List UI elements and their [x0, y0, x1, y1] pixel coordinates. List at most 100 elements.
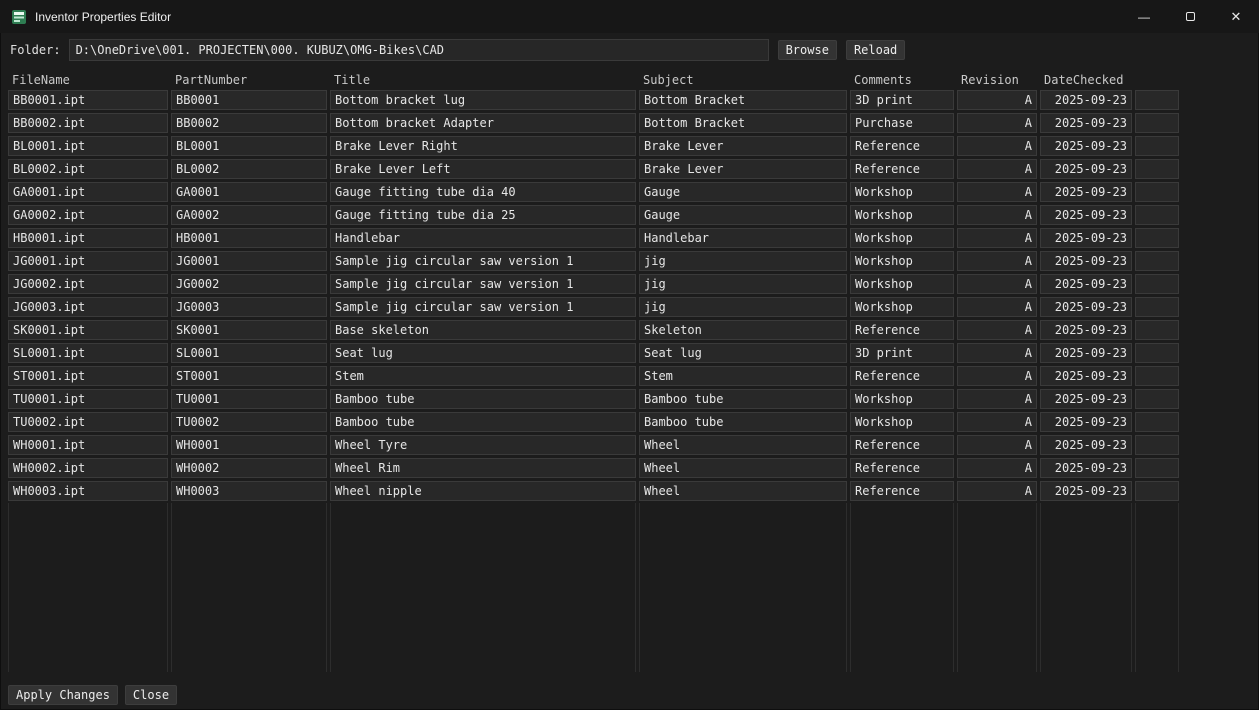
cell-extra[interactable]: [1135, 481, 1179, 501]
cell-comments[interactable]: [850, 113, 954, 133]
cell-comments[interactable]: [850, 251, 954, 271]
cell-revision[interactable]: [957, 274, 1037, 294]
cell-extra[interactable]: [1135, 205, 1179, 225]
cell-title[interactable]: [330, 251, 636, 271]
cell-datechecked[interactable]: [1040, 435, 1132, 455]
cell-subject[interactable]: [639, 412, 847, 432]
cell-extra[interactable]: [1135, 251, 1179, 271]
cell-subject[interactable]: [639, 159, 847, 179]
cell-datechecked[interactable]: [1040, 113, 1132, 133]
cell-extra[interactable]: [1135, 228, 1179, 248]
cell-title[interactable]: [330, 481, 636, 501]
cell-filename[interactable]: [8, 366, 168, 386]
cell-datechecked[interactable]: [1040, 297, 1132, 317]
close-dialog-button[interactable]: Close: [125, 685, 177, 705]
cell-subject[interactable]: [639, 205, 847, 225]
cell-partnumber[interactable]: [171, 435, 327, 455]
cell-partnumber[interactable]: [171, 389, 327, 409]
cell-datechecked[interactable]: [1040, 228, 1132, 248]
cell-title[interactable]: [330, 205, 636, 225]
cell-comments[interactable]: [850, 458, 954, 478]
cell-subject[interactable]: [639, 136, 847, 156]
cell-subject[interactable]: [639, 113, 847, 133]
cell-filename[interactable]: [8, 297, 168, 317]
cell-title[interactable]: [330, 435, 636, 455]
cell-filename[interactable]: [8, 389, 168, 409]
cell-title[interactable]: [330, 228, 636, 248]
cell-datechecked[interactable]: [1040, 320, 1132, 340]
cell-datechecked[interactable]: [1040, 251, 1132, 271]
cell-revision[interactable]: [957, 389, 1037, 409]
cell-comments[interactable]: [850, 366, 954, 386]
cell-extra[interactable]: [1135, 458, 1179, 478]
cell-subject[interactable]: [639, 274, 847, 294]
cell-filename[interactable]: [8, 481, 168, 501]
cell-revision[interactable]: [957, 343, 1037, 363]
cell-datechecked[interactable]: [1040, 136, 1132, 156]
cell-revision[interactable]: [957, 251, 1037, 271]
cell-title[interactable]: [330, 343, 636, 363]
maximize-button[interactable]: [1167, 0, 1213, 33]
cell-datechecked[interactable]: [1040, 343, 1132, 363]
cell-extra[interactable]: [1135, 412, 1179, 432]
cell-filename[interactable]: [8, 435, 168, 455]
cell-title[interactable]: [330, 458, 636, 478]
cell-subject[interactable]: [639, 481, 847, 501]
cell-partnumber[interactable]: [171, 90, 327, 110]
cell-filename[interactable]: [8, 228, 168, 248]
cell-filename[interactable]: [8, 412, 168, 432]
cell-title[interactable]: [330, 136, 636, 156]
cell-comments[interactable]: [850, 481, 954, 501]
cell-comments[interactable]: [850, 435, 954, 455]
cell-partnumber[interactable]: [171, 182, 327, 202]
cell-partnumber[interactable]: [171, 251, 327, 271]
cell-datechecked[interactable]: [1040, 182, 1132, 202]
cell-revision[interactable]: [957, 297, 1037, 317]
cell-comments[interactable]: [850, 136, 954, 156]
cell-revision[interactable]: [957, 481, 1037, 501]
cell-filename[interactable]: [8, 182, 168, 202]
cell-datechecked[interactable]: [1040, 159, 1132, 179]
cell-extra[interactable]: [1135, 366, 1179, 386]
cell-title[interactable]: [330, 90, 636, 110]
cell-comments[interactable]: [850, 389, 954, 409]
cell-extra[interactable]: [1135, 274, 1179, 294]
cell-filename[interactable]: [8, 251, 168, 271]
cell-revision[interactable]: [957, 320, 1037, 340]
cell-comments[interactable]: [850, 205, 954, 225]
cell-partnumber[interactable]: [171, 412, 327, 432]
cell-partnumber[interactable]: [171, 159, 327, 179]
cell-title[interactable]: [330, 159, 636, 179]
cell-partnumber[interactable]: [171, 297, 327, 317]
cell-subject[interactable]: [639, 182, 847, 202]
cell-subject[interactable]: [639, 343, 847, 363]
apply-changes-button[interactable]: Apply Changes: [8, 685, 118, 705]
cell-revision[interactable]: [957, 228, 1037, 248]
cell-revision[interactable]: [957, 136, 1037, 156]
cell-comments[interactable]: [850, 274, 954, 294]
cell-datechecked[interactable]: [1040, 481, 1132, 501]
browse-button[interactable]: Browse: [778, 40, 837, 60]
cell-extra[interactable]: [1135, 113, 1179, 133]
cell-filename[interactable]: [8, 136, 168, 156]
cell-partnumber[interactable]: [171, 481, 327, 501]
cell-revision[interactable]: [957, 159, 1037, 179]
cell-datechecked[interactable]: [1040, 274, 1132, 294]
cell-revision[interactable]: [957, 113, 1037, 133]
close-button[interactable]: ✕: [1213, 0, 1259, 33]
cell-subject[interactable]: [639, 458, 847, 478]
cell-extra[interactable]: [1135, 343, 1179, 363]
cell-partnumber[interactable]: [171, 458, 327, 478]
cell-subject[interactable]: [639, 228, 847, 248]
cell-revision[interactable]: [957, 205, 1037, 225]
cell-filename[interactable]: [8, 274, 168, 294]
cell-extra[interactable]: [1135, 435, 1179, 455]
cell-title[interactable]: [330, 113, 636, 133]
cell-comments[interactable]: [850, 343, 954, 363]
cell-filename[interactable]: [8, 458, 168, 478]
cell-title[interactable]: [330, 320, 636, 340]
cell-subject[interactable]: [639, 251, 847, 271]
cell-partnumber[interactable]: [171, 205, 327, 225]
cell-title[interactable]: [330, 274, 636, 294]
cell-comments[interactable]: [850, 228, 954, 248]
